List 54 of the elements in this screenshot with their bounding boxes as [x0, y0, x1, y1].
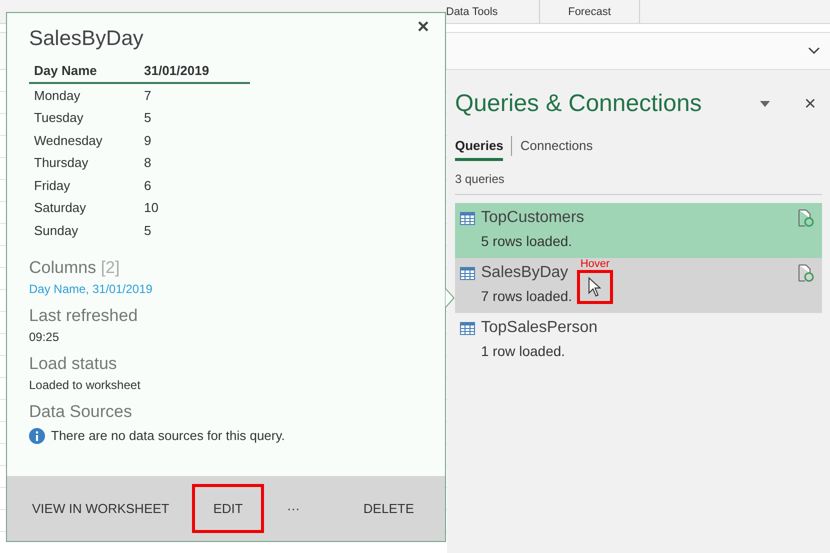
query-status: 5 rows loaded. [481, 233, 574, 249]
pane-title: Queries & Connections [455, 90, 703, 118]
query-item[interactable]: SalesByDay 7 rows loaded. Hover [455, 258, 822, 313]
table-icon [460, 322, 475, 335]
dropdown-icon[interactable] [760, 101, 770, 107]
table-cell-text: 7 [144, 88, 152, 103]
info-message: There are no data sources for this query. [51, 428, 285, 443]
pane-tab[interactable]: Queries [455, 138, 504, 160]
section-label: Last refreshed [29, 306, 139, 326]
table-cell-text: 10 [144, 200, 160, 216]
hover-annotation: Hover [580, 258, 610, 270]
popup-title: SalesByDay [29, 27, 144, 51]
section-label: Data Sources [29, 402, 133, 422]
section-label: Columns [2] [29, 258, 121, 278]
query-count: 3 queries [455, 172, 822, 195]
column-header: 31/01/2019 [144, 63, 210, 78]
action-button[interactable]: ··· [276, 484, 311, 533]
column-header: Day Name [34, 63, 98, 78]
refresh-document-icon[interactable] [798, 209, 814, 227]
table-cell-text: 5 [144, 110, 152, 126]
refresh-document-icon[interactable] [798, 264, 814, 282]
cursor-icon [588, 277, 602, 297]
table-cell-text: 9 [144, 132, 152, 148]
action-button[interactable]: EDIT [192, 484, 264, 533]
table-icon [460, 212, 475, 225]
close-button[interactable]: × [800, 92, 820, 116]
table-icon [460, 267, 475, 280]
table-cell-text: Thursday [34, 155, 90, 170]
query-name: TopCustomers [481, 209, 586, 227]
close-button[interactable]: × [411, 15, 435, 40]
info-icon [29, 428, 45, 444]
table-cell-text: Monday [34, 88, 82, 103]
chevron-down-icon[interactable] [808, 47, 820, 55]
ribbon-tab[interactable]: Forecast [540, 0, 640, 23]
table-cell-text: 8 [144, 155, 152, 170]
query-status: 7 rows loaded. [481, 288, 574, 304]
pane-tab[interactable]: Connections [520, 138, 593, 160]
query-item[interactable]: TopSalesPerson 1 row loaded. [455, 313, 822, 368]
action-button[interactable]: VIEW IN WORKSHEET [21, 484, 180, 533]
load-status: Loaded to worksheet [29, 378, 142, 392]
table-cell-text: 5 [144, 222, 152, 238]
query-name: TopSalesPerson [481, 319, 599, 337]
query-name: SalesByDay [481, 264, 570, 282]
table-cell-text: Wednesday [34, 132, 104, 148]
refresh-time: 09:25 [29, 330, 60, 344]
table-cell-text: Friday [34, 178, 72, 193]
table-cell-text: Tuesday [34, 110, 84, 126]
action-button[interactable]: DELETE [352, 484, 425, 533]
table-cell-text: Saturday [34, 200, 88, 216]
table-cell-text: Sunday [34, 222, 80, 238]
query-item[interactable]: TopCustomers 5 rows loaded. [455, 203, 822, 258]
query-status: 1 row loaded. [481, 343, 566, 359]
section-label: Load status [29, 354, 118, 374]
table-cell-text: 6 [144, 178, 152, 193]
